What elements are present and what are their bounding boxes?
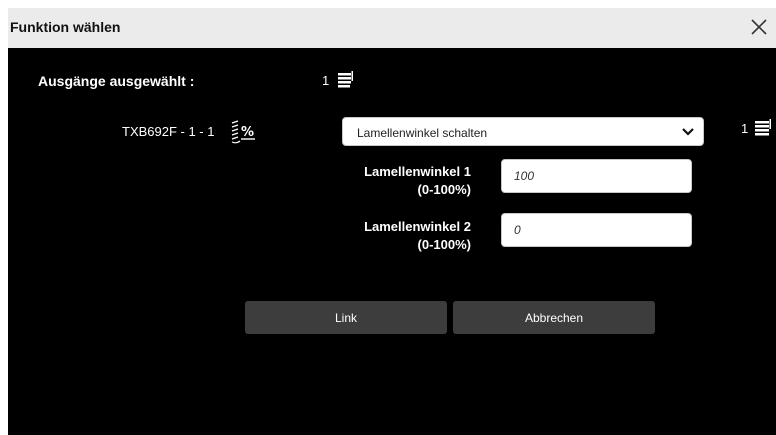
link-button[interactable]: Link xyxy=(245,301,447,334)
field-label-2-line1: Lamellenwinkel 2 xyxy=(364,219,471,234)
device-name: TXB692F - 1 - 1 xyxy=(122,124,215,139)
function-select[interactable]: Lamellenwinkel schalten xyxy=(342,117,704,146)
field-label-1-line1: Lamellenwinkel 1 xyxy=(364,164,471,179)
field-label-2: Lamellenwinkel 2 (0-100%) xyxy=(341,218,471,254)
function-select-value: Lamellenwinkel schalten xyxy=(357,126,488,140)
function-dialog: Funktion wählen Ausgänge ausgewählt : 1 … xyxy=(8,8,776,435)
device-stack-icon xyxy=(755,119,771,136)
slat-angle-1-input[interactable] xyxy=(501,159,692,193)
outputs-stack-icon xyxy=(338,71,353,88)
field-label-1-line2: (0-100%) xyxy=(417,182,471,197)
outputs-selected-label: Ausgänge ausgewählt : xyxy=(38,73,195,89)
cancel-button[interactable]: Abbrechen xyxy=(453,301,655,334)
svg-text:%: % xyxy=(241,125,254,140)
field-label-2-line2: (0-100%) xyxy=(417,237,471,252)
outputs-selected-count: 1 xyxy=(322,73,330,88)
dialog-titlebar: Funktion wählen xyxy=(8,8,776,48)
device-count: 1 xyxy=(741,121,749,136)
close-icon[interactable] xyxy=(748,16,770,38)
field-label-1: Lamellenwinkel 1 (0-100%) xyxy=(341,163,471,199)
dialog-title: Funktion wählen xyxy=(10,19,121,35)
slat-angle-2-input[interactable] xyxy=(501,213,692,247)
chevron-down-icon xyxy=(682,128,694,136)
blind-percent-icon: % xyxy=(231,120,255,144)
